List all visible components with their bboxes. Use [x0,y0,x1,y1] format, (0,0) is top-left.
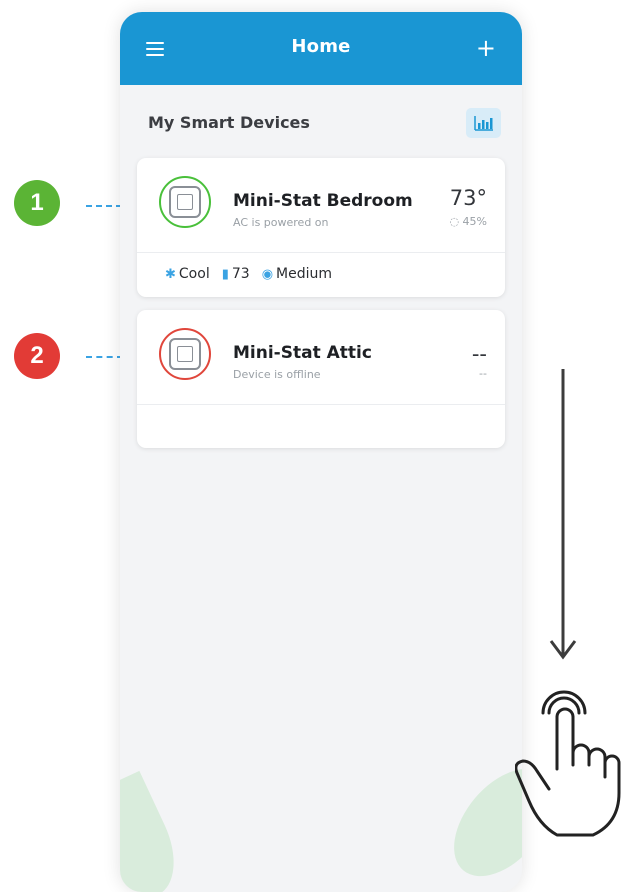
device-card-bedroom[interactable]: Mini-Stat Bedroom AC is powered on 73° ◌… [137,158,505,297]
chart-icon [474,116,493,131]
device-avatar [159,328,211,380]
device-row: Mini-Stat Bedroom AC is powered on 73° ◌… [137,158,505,253]
section-title: My Smart Devices [148,113,310,132]
device-status: Device is offline [233,368,321,381]
chart-button[interactable] [466,108,501,138]
thermostat-icon [169,186,201,218]
app-bar: Home + [120,12,522,85]
device-temperature: 73° [449,186,487,210]
setpoint-label: 73 [231,266,250,282]
device-name: Mini-Stat Attic [233,343,372,363]
setpoint-control[interactable]: ▮ 73 [222,266,250,282]
thermostat-icon [169,338,201,370]
step-marker-2: 2 [14,333,60,379]
phone-screen: Home + My Smart Devices Mini-Stat Bedroo… [120,12,522,892]
device-name: Mini-Stat Bedroom [233,191,413,211]
device-status: AC is powered on [233,216,329,229]
leaf-decoration [434,750,522,892]
page-title: Home [291,36,351,57]
device-humidity: ◌ 45% [449,215,487,228]
thermometer-icon: ▮ [221,266,229,282]
hand-tap-icon [515,690,621,837]
device-controls: ✱ Cool ▮ 73 ◉ Medium [165,266,332,282]
plus-icon[interactable]: + [476,36,496,60]
fan-control[interactable]: ◉ Medium [262,266,332,282]
device-card-attic[interactable]: Mini-Stat Attic Device is offline -- -- [137,310,505,448]
device-avatar [159,176,211,228]
mode-label: Cool [178,266,210,282]
arrow-down-icon [549,369,577,660]
device-humidity: -- [479,367,487,380]
humidity-value: 45% [462,215,487,228]
snowflake-icon: ✱ [165,266,176,282]
fan-label: Medium [276,266,333,282]
humidity-icon: ◌ [449,215,460,228]
device-temperature: -- [471,342,487,366]
device-row: Mini-Stat Attic Device is offline -- -- [137,310,505,405]
gesture-illustration [515,369,621,837]
mode-control[interactable]: ✱ Cool [165,266,210,282]
fan-icon: ◉ [261,266,274,282]
leaf-decoration [120,770,191,892]
step-marker-1: 1 [14,180,60,226]
